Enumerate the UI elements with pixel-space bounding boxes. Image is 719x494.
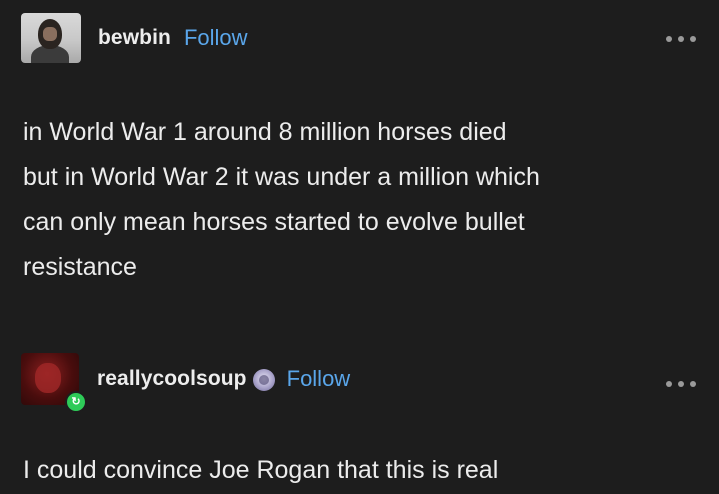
post-header: ↻ reallycoolsoup Follow: [21, 353, 351, 413]
dot: [666, 36, 672, 42]
avatar[interactable]: ↻: [21, 353, 87, 413]
reblog-icon: ↻: [65, 391, 87, 413]
more-options-icon[interactable]: [666, 33, 696, 45]
dot: [666, 381, 672, 387]
dot: [678, 381, 684, 387]
follow-button[interactable]: Follow: [287, 366, 351, 392]
post-text: I could convince Joe Rogan that this is …: [23, 456, 499, 484]
post-reallycoolsoup: ↻ reallycoolsoup Follow I could convince…: [0, 330, 719, 494]
post-bewbin: bewbin Follow in World War 1 around 8 mi…: [0, 0, 719, 320]
emoji-badge-icon: [252, 369, 275, 391]
post-text: in World War 1 around 8 million horses d…: [23, 118, 540, 281]
post-header: bewbin Follow: [21, 13, 248, 63]
avatar-figure: [35, 363, 61, 393]
username[interactable]: bewbin: [98, 26, 171, 50]
dot: [690, 36, 696, 42]
tumblr-thread: bewbin Follow in World War 1 around 8 mi…: [0, 0, 719, 494]
more-options-icon[interactable]: [666, 378, 696, 390]
dot: [690, 381, 696, 387]
avatar-face: [43, 27, 57, 41]
avatar[interactable]: [21, 13, 81, 63]
dot: [678, 36, 684, 42]
follow-button[interactable]: Follow: [184, 25, 248, 51]
username[interactable]: reallycoolsoup: [97, 367, 247, 391]
